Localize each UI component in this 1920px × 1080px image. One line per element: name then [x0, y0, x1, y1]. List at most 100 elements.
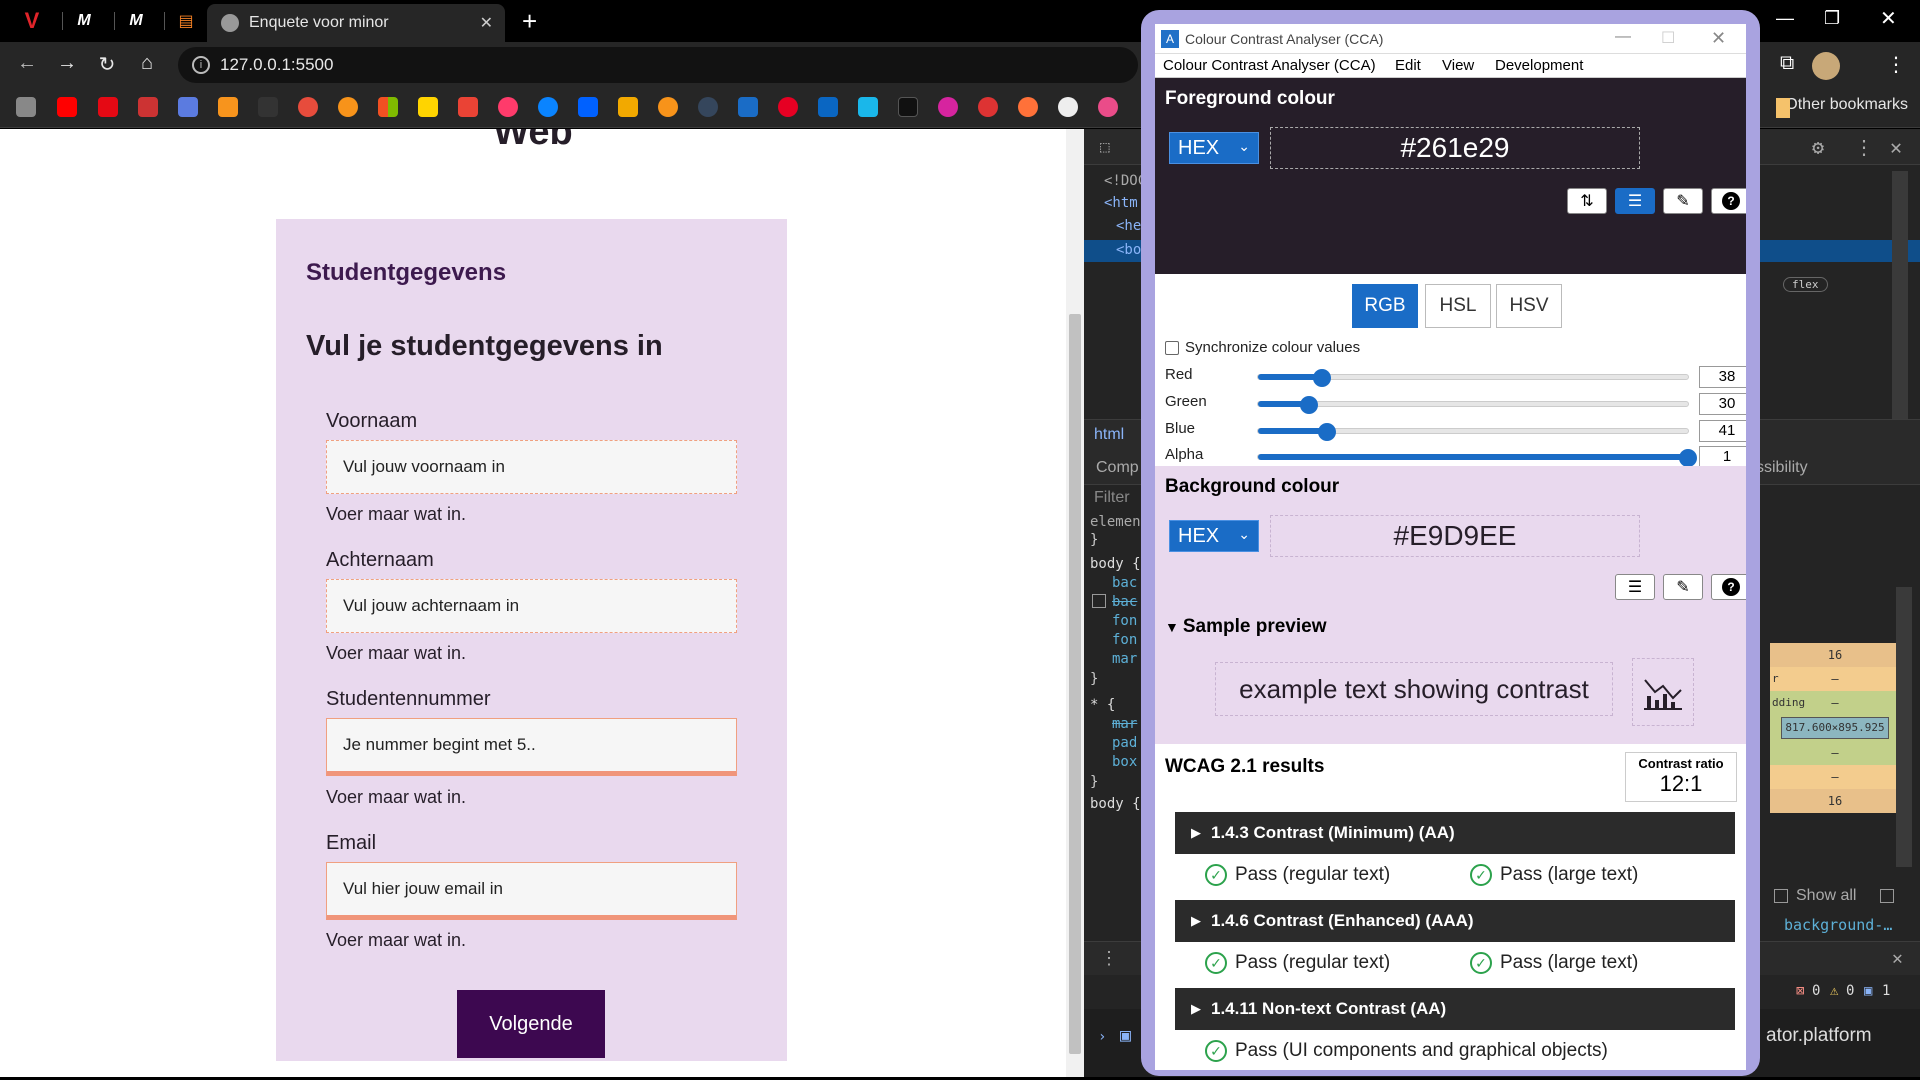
new-tab-button[interactable]: +: [522, 6, 537, 36]
github-icon[interactable]: [1058, 97, 1078, 117]
stackoverflow-tab-icon[interactable]: ▤: [168, 6, 204, 36]
foreground-format-select[interactable]: HEX ⌄: [1169, 132, 1259, 164]
bookmark-icon[interactable]: [16, 97, 36, 117]
close-icon[interactable]: ✕: [1711, 28, 1726, 49]
linkedin-icon[interactable]: [818, 97, 838, 117]
active-tab[interactable]: Enquete voor minor ✕: [207, 4, 505, 42]
criterion-1-4-3[interactable]: ▶ 1.4.3 Contrast (Minimum) (AA): [1175, 812, 1735, 854]
menu-app[interactable]: Colour Contrast Analyser (CCA): [1163, 57, 1376, 74]
drawer-menu-icon[interactable]: ⋮: [1100, 948, 1118, 969]
pinterest-icon[interactable]: [778, 97, 798, 117]
youtube-icon[interactable]: [57, 97, 77, 117]
close-window-icon[interactable]: ✕: [1880, 6, 1897, 31]
address-bar[interactable]: i 127.0.0.1:5500: [178, 47, 1138, 83]
background-format-select[interactable]: HEX ⌄: [1169, 520, 1259, 552]
red-slider-knob[interactable]: [1313, 369, 1332, 387]
bookmark-icon[interactable]: [138, 97, 158, 117]
other-bookmarks[interactable]: Other bookmarks: [1785, 96, 1908, 114]
foreground-help-button[interactable]: ?: [1711, 188, 1746, 214]
prop-checkbox[interactable]: [1092, 594, 1106, 608]
error-count[interactable]: 0: [1812, 983, 1820, 999]
sync-colour-values[interactable]: Synchronize colour values: [1165, 339, 1360, 356]
bookmark-icon[interactable]: [218, 97, 238, 117]
green-slider[interactable]: [1257, 396, 1689, 414]
group-checkbox[interactable]: [1880, 889, 1894, 903]
site-info-icon[interactable]: i: [192, 56, 210, 74]
tiktok-icon[interactable]: [898, 97, 918, 117]
inspect-icon[interactable]: ⬚: [1100, 137, 1110, 156]
page-scrollbar[interactable]: [1066, 129, 1084, 1080]
tab-accessibility[interactable]: ssibility: [1756, 459, 1808, 477]
blue-value-input[interactable]: 41: [1699, 420, 1746, 442]
dom-body[interactable]: <bo: [1116, 242, 1141, 258]
blue-slider-knob[interactable]: [1318, 423, 1337, 441]
close-tab-icon[interactable]: ✕: [480, 13, 493, 33]
bookmark-icon[interactable]: [498, 97, 518, 117]
minimize-icon[interactable]: —: [1776, 8, 1794, 29]
firefox-icon[interactable]: [1018, 97, 1038, 117]
studentennummer-input[interactable]: Je nummer begint met 5..: [326, 718, 737, 776]
menu-view[interactable]: View: [1442, 57, 1474, 74]
css-prop[interactable]: pad: [1112, 735, 1137, 751]
swap-colours-button[interactable]: ⇅: [1567, 188, 1607, 214]
css-prop[interactable]: mar: [1112, 716, 1137, 732]
close-devtools-icon[interactable]: ✕: [1890, 135, 1902, 159]
close-drawer-icon[interactable]: ✕: [1892, 948, 1903, 969]
green-value-input[interactable]: 30: [1699, 393, 1746, 415]
maximize-icon[interactable]: ❐: [1824, 8, 1840, 29]
minimize-icon[interactable]: —: [1615, 28, 1631, 46]
alpha-slider[interactable]: [1257, 449, 1697, 467]
css-prop[interactable]: bac: [1112, 594, 1137, 610]
foreground-eyedropper-button[interactable]: ✎: [1663, 188, 1703, 214]
tumblr-icon[interactable]: [698, 97, 718, 117]
email-input[interactable]: Vul hier jouw email in: [326, 862, 737, 920]
sync-checkbox[interactable]: [1165, 340, 1179, 355]
alpha-slider-knob[interactable]: [1679, 449, 1697, 467]
css-prop[interactable]: mar: [1112, 651, 1137, 667]
show-all-checkbox[interactable]: [1774, 889, 1788, 903]
dropbox-icon[interactable]: [578, 97, 598, 117]
mode-rgb-button[interactable]: RGB: [1352, 284, 1418, 328]
maximize-icon[interactable]: ☐: [1661, 28, 1675, 48]
microsoft-icon[interactable]: [378, 97, 398, 117]
blue-slider[interactable]: [1257, 423, 1689, 441]
background-help-button[interactable]: ?: [1711, 574, 1746, 600]
alpha-value-input[interactable]: 1: [1699, 446, 1746, 468]
back-icon[interactable]: ←: [14, 52, 40, 75]
menu-icon[interactable]: ⋮: [1886, 52, 1906, 77]
dom-doctype[interactable]: <!DOC: [1104, 173, 1146, 189]
instagram-icon[interactable]: [938, 97, 958, 117]
styles-scrollbar[interactable]: [1896, 587, 1912, 867]
dribbble-icon[interactable]: [1098, 97, 1118, 117]
pinned-tab-m2[interactable]: M: [118, 6, 154, 36]
bookmark-icon[interactable]: [258, 97, 278, 117]
home-icon[interactable]: ⌂: [134, 52, 160, 75]
foreground-sliders-button[interactable]: ☰: [1615, 188, 1655, 214]
next-button[interactable]: Volgende: [457, 990, 605, 1058]
gmail-icon[interactable]: [458, 97, 478, 117]
green-slider-knob[interactable]: [1299, 396, 1318, 414]
voornaam-input[interactable]: Vul jouw voornaam in: [326, 440, 737, 494]
avatar[interactable]: [1812, 52, 1840, 80]
vimeo-icon[interactable]: [858, 97, 878, 117]
netflix-icon[interactable]: [98, 97, 118, 117]
background-sliders-button[interactable]: ☰: [1615, 574, 1655, 600]
styles-filter-input[interactable]: Filter: [1094, 489, 1130, 507]
css-prop[interactable]: box: [1112, 754, 1137, 770]
vivaldi-tab[interactable]: V: [14, 6, 50, 36]
menu-edit[interactable]: Edit: [1395, 57, 1421, 74]
bookmark-icon[interactable]: [178, 97, 198, 117]
background-hex-input[interactable]: #E9D9EE: [1270, 515, 1640, 557]
red-value-input[interactable]: 38: [1699, 366, 1746, 388]
foreground-hex-input[interactable]: #261e29: [1270, 127, 1640, 169]
criterion-1-4-6[interactable]: ▶ 1.4.6 Contrast (Enhanced) (AAA): [1175, 900, 1735, 942]
reload-icon[interactable]: ↻: [94, 52, 120, 77]
extensions-icon[interactable]: ⧉: [1780, 52, 1794, 75]
pinned-tab-m1[interactable]: M: [66, 6, 102, 36]
menu-development[interactable]: Development: [1495, 57, 1583, 74]
scrollbar-thumb[interactable]: [1069, 314, 1081, 1054]
onedrive-icon[interactable]: [538, 97, 558, 117]
bookmark-icon[interactable]: [298, 97, 318, 117]
tab-computed[interactable]: Comp: [1096, 459, 1139, 477]
bitcoin-icon[interactable]: [338, 97, 358, 117]
